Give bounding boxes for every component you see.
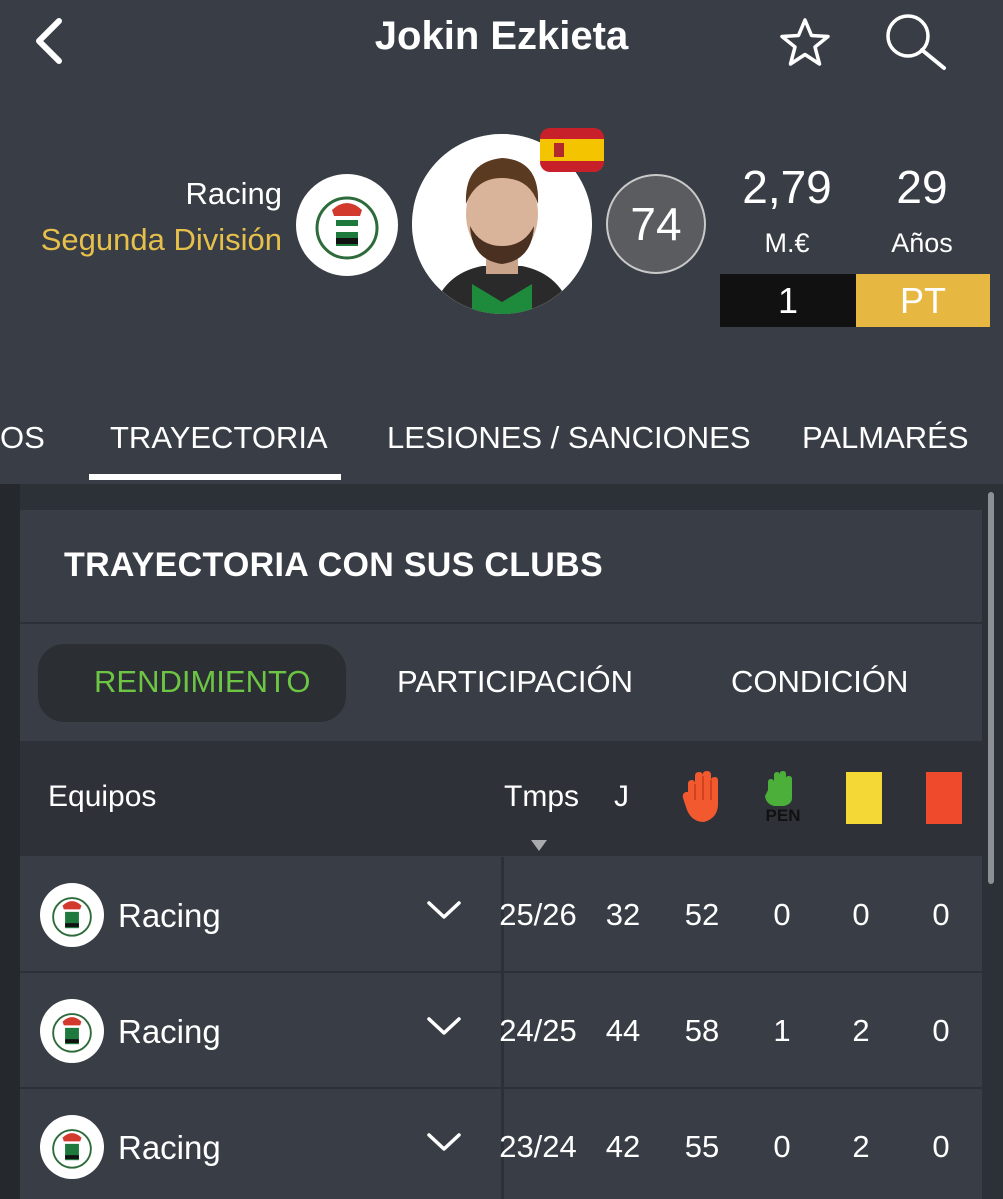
row-saves: 55 [684, 1129, 720, 1164]
glove-icon[interactable] [682, 770, 722, 824]
club-crest-icon [52, 1013, 92, 1053]
profile-header: Jokin Ezkieta Racing Segunda División 74… [0, 0, 1003, 484]
row-season: 24/25 [499, 1013, 577, 1048]
nationality-flag-icon [540, 128, 604, 172]
row-matches: 44 [605, 1013, 641, 1048]
row-penalties-saved: 0 [773, 1129, 791, 1164]
svg-text:PEN: PEN [766, 806, 801, 824]
section-title: TRAYECTORIA CON SUS CLUBS [64, 546, 603, 584]
club-badge [40, 999, 104, 1063]
active-tab-indicator [89, 474, 341, 480]
table-row[interactable]: Racing 25/26 32 52 0 0 0 [20, 857, 982, 971]
row-penalties-saved: 1 [773, 1013, 791, 1048]
favorite-button[interactable] [776, 14, 834, 72]
player-name: Jokin Ezkieta [374, 14, 629, 58]
row-matches: 42 [605, 1129, 641, 1164]
row-club-name: Racing [118, 897, 221, 934]
row-saves: 52 [684, 897, 720, 932]
chevron-down-icon[interactable] [426, 1131, 462, 1155]
player-rating: 74 [606, 174, 706, 274]
divider [20, 622, 982, 624]
row-red-cards: 0 [932, 1013, 950, 1048]
club-badge[interactable] [296, 174, 398, 276]
club-crest-icon [52, 897, 92, 937]
club-crest-icon [52, 1129, 92, 1169]
club-badge [40, 1115, 104, 1179]
search-button[interactable] [880, 10, 952, 74]
shirt-number: 1 [720, 274, 856, 327]
search-icon [886, 14, 946, 70]
tab-palmares[interactable]: PALMARÉS [802, 420, 969, 456]
player-age: 29 [896, 161, 948, 213]
tab-trayectoria[interactable]: TRAYECTORIA [110, 420, 328, 456]
row-red-cards: 0 [932, 897, 950, 932]
row-yellow-cards: 2 [852, 1013, 870, 1048]
table-header [20, 741, 982, 856]
row-matches: 32 [605, 897, 641, 932]
col-partidos[interactable]: J [614, 780, 629, 814]
table-row[interactable]: Racing 24/25 44 58 1 2 0 [20, 973, 982, 1087]
row-saves: 58 [684, 1013, 720, 1048]
row-yellow-cards: 2 [852, 1129, 870, 1164]
market-value-label: M.€ [764, 228, 810, 258]
tab-lesiones-sanciones[interactable]: LESIONES / SANCIONES [387, 420, 751, 456]
scrollbar[interactable] [988, 492, 994, 884]
row-club-name: Racing [118, 1013, 221, 1050]
league-name[interactable]: Segunda División [0, 222, 282, 258]
row-yellow-cards: 0 [852, 897, 870, 932]
row-red-cards: 0 [932, 1129, 950, 1164]
segment-rendimiento[interactable]: RENDIMIENTO [94, 664, 310, 700]
row-season: 23/24 [499, 1129, 577, 1164]
market-value: 2,79 [742, 161, 832, 213]
yellow-card-icon[interactable] [846, 772, 882, 824]
row-club-name: Racing [118, 1129, 221, 1166]
club-name[interactable]: Racing [0, 176, 283, 212]
segment-participacion[interactable]: PARTICIPACIÓN [397, 664, 633, 700]
tab-datos[interactable]: OS [0, 420, 45, 456]
star-icon [780, 18, 830, 66]
left-strip [0, 484, 20, 1199]
col-equipos: Equipos [48, 780, 157, 813]
row-season: 25/26 [499, 897, 577, 932]
player-age-label: Años [891, 228, 953, 258]
table-row[interactable]: Racing 23/24 42 55 0 2 0 [20, 1089, 982, 1199]
segment-condicion[interactable]: CONDICIÓN [731, 664, 908, 700]
col-temporada[interactable]: Tmps [504, 780, 579, 814]
penalty-glove-icon[interactable]: PEN [760, 770, 806, 824]
row-penalties-saved: 0 [773, 897, 791, 932]
red-card-icon[interactable] [926, 772, 962, 824]
chevron-down-icon[interactable] [426, 1015, 462, 1039]
sort-desc-icon [531, 840, 547, 851]
position-badge: PT [856, 274, 990, 327]
club-badge [40, 883, 104, 947]
club-crest-icon [315, 196, 379, 260]
chevron-down-icon[interactable] [426, 899, 462, 923]
